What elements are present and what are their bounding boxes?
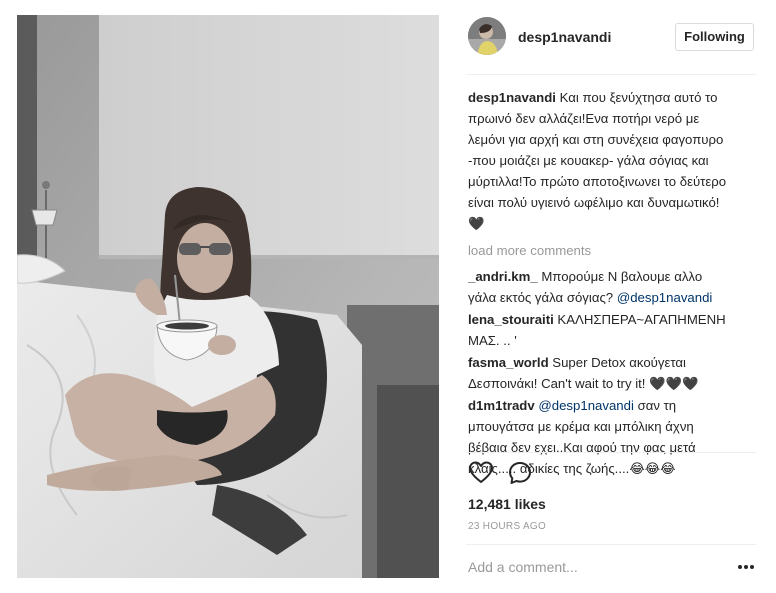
- photo-woman-eating-breakfast-on-bed: [17, 15, 439, 578]
- comment-username[interactable]: _andri.km_: [468, 269, 538, 284]
- comments-section: desp1navandi Και που ξενύχτησα αυτό το π…: [468, 87, 728, 480]
- comment-mention-link[interactable]: @desp1navandi: [538, 398, 634, 413]
- likes-count[interactable]: 12,481 likes: [468, 496, 546, 512]
- avatar-photo: [468, 17, 506, 55]
- comment-username[interactable]: fasma_world: [468, 355, 549, 370]
- caption-username[interactable]: desp1navandi: [468, 90, 556, 105]
- post-timestamp[interactable]: 23 HOURS AGO: [468, 521, 546, 532]
- add-comment-input[interactable]: [466, 552, 728, 582]
- load-more-comments-link[interactable]: load more comments: [468, 240, 728, 261]
- post-actions: [466, 460, 756, 490]
- post-sidebar: desp1navandi Following desp1navandi Και …: [466, 0, 756, 593]
- post-photo[interactable]: [17, 15, 439, 578]
- comment-box-divider: [466, 544, 756, 545]
- following-button[interactable]: Following: [675, 23, 754, 51]
- caption-text: Και που ξενύχτησα αυτό το πρωινό δεν αλλ…: [468, 90, 727, 231]
- heart-outline-icon[interactable]: [468, 460, 496, 488]
- header-divider: [466, 74, 756, 75]
- comment-item: lena_stouraiti ΚΑΛΗΣΠΕΡΑ~ΑΓΑΠΗΜΕΝΗ ΜΑΣ. …: [468, 309, 728, 351]
- more-dots-icon[interactable]: [736, 558, 756, 576]
- avatar[interactable]: [468, 17, 506, 55]
- comment-item: _andri.km_ Μπορούμε Ν βαλουμε αλλο γάλα …: [468, 266, 728, 308]
- post-caption: desp1navandi Και που ξενύχτησα αυτό το π…: [468, 87, 728, 234]
- comment-mention-link[interactable]: @desp1navandi: [617, 290, 713, 305]
- post-header: desp1navandi Following: [466, 15, 756, 59]
- instagram-post: desp1navandi Following desp1navandi Και …: [0, 0, 776, 593]
- speech-bubble-icon[interactable]: [507, 460, 535, 488]
- actions-divider: [466, 452, 756, 453]
- comment-username[interactable]: lena_stouraiti: [468, 312, 554, 327]
- comment-username[interactable]: d1m1tradv: [468, 398, 535, 413]
- post-username[interactable]: desp1navandi: [518, 29, 611, 45]
- comment-item: fasma_world Super Detox ακούγεται Δεσποι…: [468, 352, 728, 394]
